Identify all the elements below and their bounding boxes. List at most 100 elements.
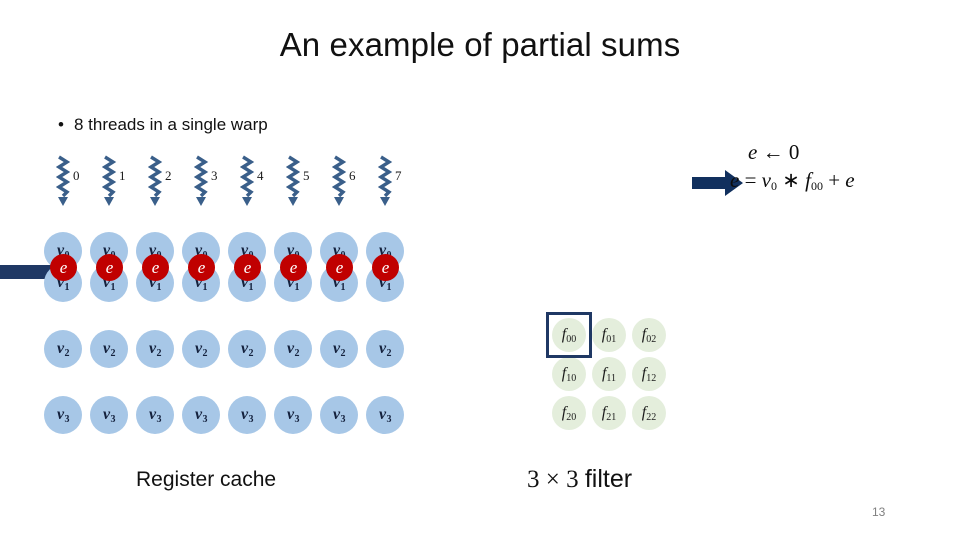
register-cell: v2 [228,330,266,368]
thread-number-label: 1 [119,168,126,183]
thread-item-7: 7 [377,155,422,211]
equation-acc-term1: v0 [761,168,777,193]
equation-acc-equals: = [744,168,757,192]
filter-cell-f20: f20 [552,396,586,430]
filter-cell-label: f01 [601,326,617,345]
register-cell: v3 [274,396,312,434]
equation-init-lhs: e [748,140,758,164]
register-cell: v2 [44,330,82,368]
accumulator-cell-label: e [105,258,114,277]
register-cell-label: v3 [148,406,162,425]
filter-cell-f00: f00 [546,312,592,358]
accumulator-cell: e [372,254,399,281]
register-cell-label: v3 [378,406,392,425]
equation-accumulate: e = v0 ∗ f00 + e [730,168,855,193]
equation-acc-plus: + [828,168,841,192]
squiggly-down-arrow-icon [147,155,164,212]
register-cache-caption: Register cache [136,468,277,491]
bullet-marker: • [58,115,64,134]
squiggly-down-arrow-icon [193,155,210,212]
thread-item-0: 0 [55,155,100,212]
equation-block: e ← 0 e = v0 ∗ f00 + e [730,140,855,193]
filter-cell-f02: f02 [632,318,666,352]
register-cell: v2 [366,330,404,368]
register-cell-label: v2 [240,340,254,359]
thread-item-1: 1 [101,155,146,212]
accumulator-cell: e [50,254,77,281]
register-cell: v3 [90,396,128,434]
filter-caption: 3 × 3 filter [527,465,632,494]
filter-caption-word: filter [584,465,633,493]
filter-caption-dimensions: 3 × 3 [527,466,579,493]
register-cell-label: v3 [56,406,70,425]
thread-item-2: 2 [147,155,192,212]
thread-item-6: 6 [331,155,376,212]
thread-item-5: 5 [285,155,330,211]
register-cell: v2 [274,330,312,368]
filter-cell-label: f11 [601,365,617,384]
register-cell-label: v3 [286,406,300,425]
register-cell: v3 [182,396,220,434]
filter-cell-label: f21 [601,404,617,423]
page-title: An example of partial sums [279,26,681,63]
register-cell-label: v2 [286,340,300,359]
thread-number-label: 0 [73,168,80,183]
thread-number-label: 2 [165,168,172,183]
register-cell: v2 [136,330,174,368]
register-cell: v3 [228,396,266,434]
accumulator-cell-label: e [289,258,298,277]
slide-canvas: An example of partial sums • 8 threads in… [0,0,960,540]
register-cell-label: v2 [378,340,392,359]
accumulator-cell-label: e [197,258,206,277]
filter-cell-f11: f11 [592,357,626,391]
equation-acc-term1-base: v [761,168,771,192]
equation-init-operator: ← [762,140,784,164]
equation-init: e ← 0 [730,140,855,165]
accumulator-cell: e [234,254,261,281]
page-number: 13 [872,505,886,519]
accumulator-cell-label: e [59,258,68,277]
thread-item-3: 3 [193,155,238,212]
thread-number-label: 3 [211,168,218,183]
squiggly-down-arrow-icon [101,155,118,212]
filter-highlight-box [546,312,592,358]
register-cell-label: v2 [194,340,208,359]
filter-cell-label: f02 [641,326,657,345]
accumulator-cell: e [142,254,169,281]
filter-cell-f01: f01 [592,318,626,352]
register-cell-label: v2 [148,340,162,359]
equation-acc-multiply: ∗ [782,168,800,192]
filter-cell-f10: f10 [552,357,586,391]
register-cell-label: v2 [102,340,116,359]
equation-acc-term2: f00 [805,168,823,193]
thread-number-label: 7 [395,168,402,183]
register-cell: v3 [136,396,174,434]
equation-acc-lhs: e [730,168,740,192]
filter-cell-f22: f22 [632,396,666,430]
accumulator-cell: e [326,254,353,281]
filter-cell-f21: f21 [592,396,626,430]
squiggly-down-arrow-icon [55,155,72,212]
thread-number-label: 6 [349,168,356,183]
filter-cell-label: f12 [641,365,657,384]
register-cell: v3 [366,396,404,434]
register-cell-label: v2 [332,340,346,359]
accumulator-cell-label: e [381,258,390,277]
bullet-text: 8 threads in a single warp [74,115,268,134]
register-cell-label: v2 [56,340,70,359]
accumulator-cell: e [188,254,215,281]
thread-arrow-row: 0 1 2 3 4 5 6 7 [0,155,420,211]
equation-acc-term3: e [845,168,855,192]
accumulator-cell-label: e [151,258,160,277]
filter-cell-label: f10 [561,365,577,384]
accumulator-cell: e [280,254,307,281]
thread-number-label: 5 [303,168,310,183]
filter-cell-label: f22 [641,404,657,423]
squiggly-down-arrow-icon [331,155,348,212]
equation-init-rhs: 0 [788,140,800,164]
register-cell: v3 [44,396,82,434]
squiggly-down-arrow-icon [239,155,256,212]
accumulator-cell-label: e [243,258,252,277]
equation-acc-term2-sub: 00 [810,179,823,193]
accumulator-cell-label: e [335,258,344,277]
